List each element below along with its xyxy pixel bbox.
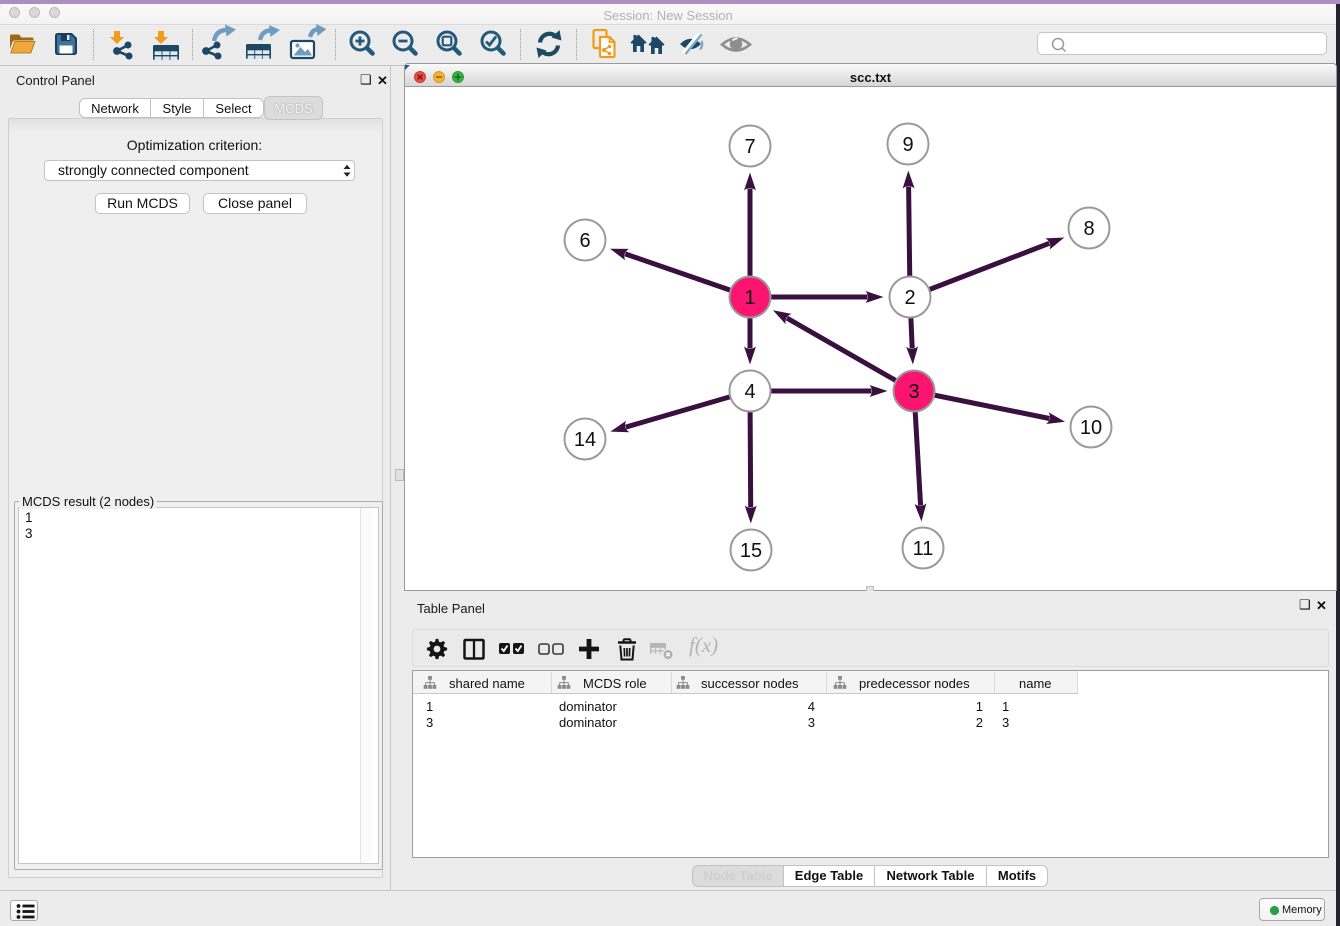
svg-text:14: 14 — [574, 429, 596, 451]
svg-text:2: 2 — [904, 287, 915, 309]
svg-text:9: 9 — [902, 134, 913, 156]
svg-text:15: 15 — [740, 540, 762, 562]
svg-text:4: 4 — [744, 381, 755, 403]
svg-text:6: 6 — [579, 230, 590, 252]
svg-text:1: 1 — [744, 287, 755, 309]
svg-text:3: 3 — [908, 381, 919, 403]
svg-text:10: 10 — [1080, 417, 1102, 439]
svg-text:11: 11 — [913, 538, 934, 560]
svg-text:8: 8 — [1083, 218, 1094, 240]
svg-text:7: 7 — [744, 136, 755, 158]
